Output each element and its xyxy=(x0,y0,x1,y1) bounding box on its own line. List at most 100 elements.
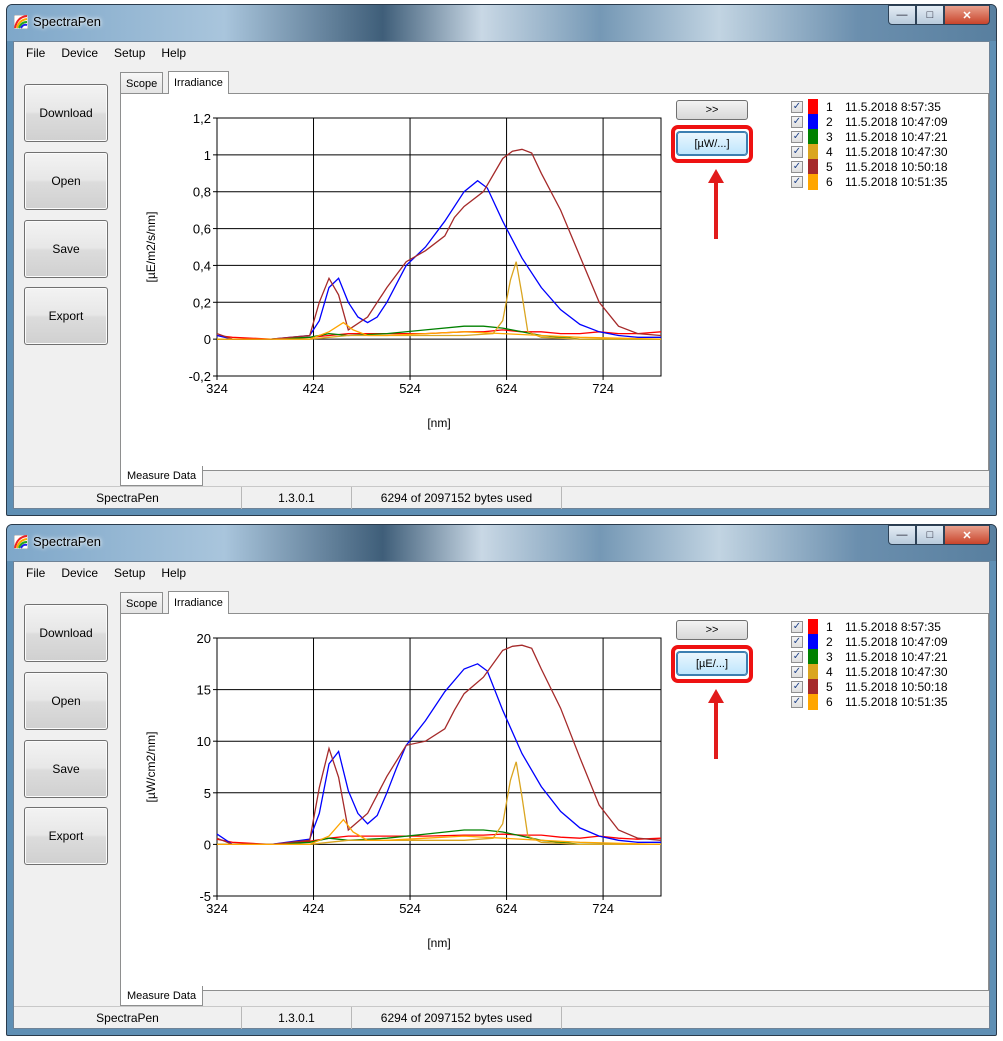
tab-irradiance[interactable]: Irradiance xyxy=(168,71,229,94)
menu-file[interactable]: File xyxy=(18,46,53,60)
series-color-swatch xyxy=(808,129,818,145)
title-bar[interactable]: SpectraPen — □ ✕ xyxy=(7,525,996,561)
maximize-icon: □ xyxy=(926,9,934,21)
save-button[interactable]: Save xyxy=(24,220,108,278)
tab-scope[interactable]: Scope xyxy=(120,72,164,94)
close-button[interactable]: ✕ xyxy=(944,525,990,545)
series-color-swatch xyxy=(808,114,818,130)
tab-irradiance[interactable]: Irradiance xyxy=(168,591,229,614)
series-color-swatch xyxy=(808,664,818,680)
x-tick-label: 724 xyxy=(592,381,614,396)
status-version: 1.3.0.1 xyxy=(242,1007,352,1029)
spectrapen-logo-icon xyxy=(14,15,28,29)
menu-file[interactable]: File xyxy=(18,566,53,580)
menu-bar: File Device Setup Help xyxy=(14,562,989,584)
menu-bar: File Device Setup Help xyxy=(14,42,989,64)
series-visible-checkbox[interactable]: ✓ xyxy=(791,651,803,663)
series-timestamp: 11.5.2018 8:57:35 xyxy=(845,100,941,114)
unit-toggle-button[interactable]: [µW/...] xyxy=(677,132,747,155)
export-button[interactable]: Export xyxy=(24,287,108,345)
spectrapen-logo-icon xyxy=(14,535,28,549)
minimize-button[interactable]: — xyxy=(888,5,916,25)
close-button[interactable]: ✕ xyxy=(944,5,990,25)
series-number: 4 xyxy=(826,145,833,159)
close-icon: ✕ xyxy=(962,529,972,542)
menu-help[interactable]: Help xyxy=(153,566,194,580)
series-number: 1 xyxy=(826,100,833,114)
irradiance-panel: -0,2 0 0,2 0,4 0,6 0,8 1 1,2 324 424 524 624 724 [nm]… xyxy=(120,93,989,471)
series-number: 4 xyxy=(826,665,833,679)
menu-device[interactable]: Device xyxy=(53,46,106,60)
series-timestamp: 11.5.2018 10:47:09 xyxy=(845,635,948,649)
menu-help[interactable]: Help xyxy=(153,46,194,60)
menu-setup[interactable]: Setup xyxy=(106,46,153,60)
series-number: 1 xyxy=(826,620,833,634)
minimize-button[interactable]: — xyxy=(888,525,916,545)
y-tick-label: 0,6 xyxy=(193,222,211,237)
series-visible-checkbox[interactable]: ✓ xyxy=(791,696,803,708)
maximize-button[interactable]: □ xyxy=(916,525,944,545)
maximize-button[interactable]: □ xyxy=(916,5,944,25)
series-number: 5 xyxy=(826,680,833,694)
series-visible-checkbox[interactable]: ✓ xyxy=(791,666,803,678)
series-timestamp: 11.5.2018 10:47:09 xyxy=(845,115,948,129)
tab-control: Scope Irradiance -0,2 0 0,2 0,4 0,6 0,8 1 1,2 32… xyxy=(120,71,989,471)
series-visible-checkbox[interactable]: ✓ xyxy=(791,621,803,633)
series-number: 2 xyxy=(826,635,833,649)
tab-scope[interactable]: Scope xyxy=(120,592,164,614)
x-tick-label: 424 xyxy=(303,381,325,396)
series-visible-checkbox[interactable]: ✓ xyxy=(791,116,803,128)
close-icon: ✕ xyxy=(962,9,972,22)
app-window-bottom: SpectraPen — □ ✕ File Device Setup Help … xyxy=(6,524,997,1036)
x-tick-label: 524 xyxy=(399,381,421,396)
series-color-swatch xyxy=(808,649,818,665)
status-app-name: SpectraPen xyxy=(14,487,242,509)
tab-measure-data[interactable]: Measure Data xyxy=(120,986,204,1006)
expand-button[interactable]: >> xyxy=(676,100,748,120)
series-color-swatch xyxy=(808,679,818,695)
export-button[interactable]: Export xyxy=(24,807,108,865)
plot-area xyxy=(216,637,662,897)
expand-button[interactable]: >> xyxy=(676,620,748,640)
y-tick-label: 10 xyxy=(197,734,211,749)
menu-device[interactable]: Device xyxy=(53,566,106,580)
series-visible-checkbox[interactable]: ✓ xyxy=(791,636,803,648)
save-button[interactable]: Save xyxy=(24,740,108,798)
series-visible-checkbox[interactable]: ✓ xyxy=(791,146,803,158)
series-visible-checkbox[interactable]: ✓ xyxy=(791,161,803,173)
x-tick-label: 324 xyxy=(206,901,228,916)
irradiance-panel: -5 0 5 10 15 20 324 424 524 624 724 [nm] [µW/cm2/nm]… xyxy=(120,613,989,991)
series-visible-checkbox[interactable]: ✓ xyxy=(791,131,803,143)
window-title: SpectraPen xyxy=(33,14,101,29)
unit-toggle-button[interactable]: [µE/...] xyxy=(677,652,747,675)
series-timestamp: 11.5.2018 10:47:21 xyxy=(845,650,948,664)
x-tick-label: 524 xyxy=(399,901,421,916)
series-timestamp: 11.5.2018 10:47:30 xyxy=(845,145,948,159)
minimize-icon: — xyxy=(896,529,908,541)
y-tick-label: 0,8 xyxy=(193,185,211,200)
client-area: File Device Setup Help Download Open Sav… xyxy=(13,41,990,509)
tab-measure-data[interactable]: Measure Data xyxy=(120,466,204,486)
open-button[interactable]: Open xyxy=(24,672,108,730)
menu-setup[interactable]: Setup xyxy=(106,566,153,580)
series-color-swatch xyxy=(808,619,818,635)
download-button[interactable]: Download xyxy=(24,84,108,142)
series-timestamp: 11.5.2018 10:47:30 xyxy=(845,665,948,679)
series-visible-checkbox[interactable]: ✓ xyxy=(791,101,803,113)
download-button[interactable]: Download xyxy=(24,604,108,662)
series-visible-checkbox[interactable]: ✓ xyxy=(791,681,803,693)
series-number: 3 xyxy=(826,650,833,664)
series-color-swatch xyxy=(808,144,818,160)
open-button[interactable]: Open xyxy=(24,152,108,210)
series-color-swatch xyxy=(808,99,818,115)
x-tick-label: 724 xyxy=(592,901,614,916)
y-tick-label: 0,4 xyxy=(193,258,211,273)
series-visible-checkbox[interactable]: ✓ xyxy=(791,176,803,188)
tab-control: Scope Irradiance -5 0 5 10 15 20 324 424 524 624 7… xyxy=(120,591,989,991)
series-color-swatch xyxy=(808,634,818,650)
y-axis-label: [µE/m2/s/nm] xyxy=(144,212,158,283)
irradiance-chart: -0,200,20,40,60,811,2324 424 524 624 724[nm]… xyxy=(144,111,662,430)
x-tick-label: 624 xyxy=(496,901,518,916)
y-tick-label: 20 xyxy=(197,631,211,646)
title-bar[interactable]: SpectraPen — □ ✕ xyxy=(7,5,996,41)
